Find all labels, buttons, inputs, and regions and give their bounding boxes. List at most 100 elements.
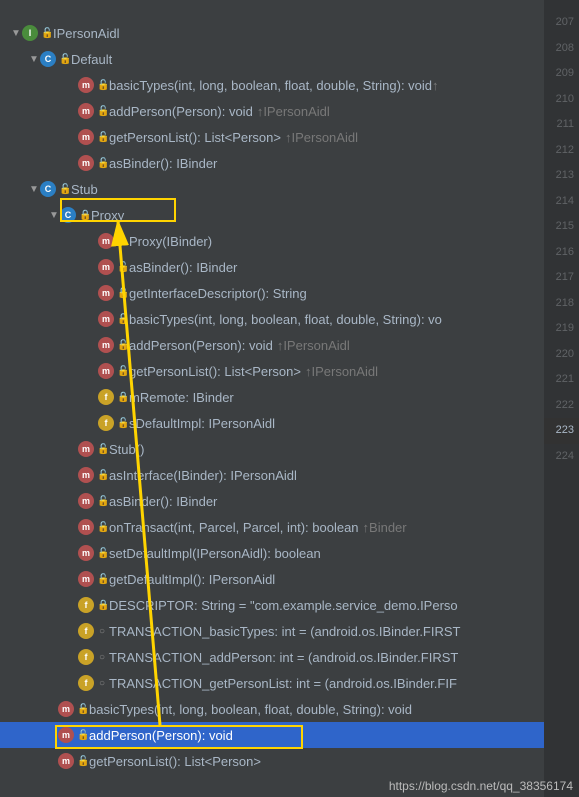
lock-icon: 🔓 <box>97 106 107 117</box>
tree-node-method[interactable]: m🔓getInterfaceDescriptor(): String <box>0 280 544 306</box>
method-signature: getInterfaceDescriptor(): String <box>129 286 307 301</box>
tree-node-class[interactable]: ▼ C 🔓 Stub <box>0 176 544 202</box>
tree-node-method[interactable]: m🔓addPerson(Person): void↑IPersonAidl <box>0 332 544 358</box>
tree-node-method[interactable]: m🔓basicTypes(int, long, boolean, float, … <box>0 306 544 332</box>
method-icon: m <box>98 285 114 301</box>
lock-icon: 🔓 <box>77 730 87 741</box>
tree-node-field[interactable]: f🔒DESCRIPTOR: String = "com.example.serv… <box>0 592 544 618</box>
tree-node-method[interactable]: m🔓setDefaultImpl(IPersonAidl): boolean <box>0 540 544 566</box>
method-signature: basicTypes(int, long, boolean, float, do… <box>129 312 442 327</box>
tree-node-field[interactable]: f○TRANSACTION_addPerson: int = (android.… <box>0 644 544 670</box>
tree-node-method[interactable]: m🔓getPersonList(): List<Person>↑IPersonA… <box>0 358 544 384</box>
method-signature: addPerson(Person): void <box>109 104 253 119</box>
method-signature: basicTypes(int, long, boolean, float, do… <box>109 78 432 93</box>
node-label: Proxy <box>91 208 124 223</box>
method-signature: setDefaultImpl(IPersonAidl): boolean <box>109 546 321 561</box>
lock-icon: 🔓 <box>77 704 87 715</box>
method-icon: m <box>58 727 74 743</box>
line-number: 218 <box>544 291 579 317</box>
tree-node-method[interactable]: m○Proxy(IBinder) <box>0 228 544 254</box>
method-signature: getPersonList(): List<Person> <box>129 364 301 379</box>
line-number: 213 <box>544 163 579 189</box>
method-signature: getPersonList(): List<Person> <box>109 130 281 145</box>
method-icon: m <box>58 701 74 717</box>
lock-icon: 🔓 <box>117 314 127 325</box>
field-icon: f <box>98 389 114 405</box>
watermark: https://blog.csdn.net/qq_38356174 <box>389 779 573 793</box>
tree-node-class[interactable]: ▼ C 🔓 Default <box>0 46 544 72</box>
line-number: 221 <box>544 367 579 393</box>
tree-node-method[interactable]: m🔓onTransact(int, Parcel, Parcel, int): … <box>0 514 544 540</box>
tree-node-method[interactable]: m🔓asBinder(): IBinder <box>0 488 544 514</box>
line-number: 223 <box>544 418 579 444</box>
method-signature: onTransact(int, Parcel, Parcel, int): bo… <box>109 520 359 535</box>
lock-icon: ○ <box>97 652 107 663</box>
lock-icon: 🔒 <box>79 210 89 221</box>
line-number: 217 <box>544 265 579 291</box>
line-number: 219 <box>544 316 579 342</box>
method-icon: m <box>78 441 94 457</box>
tree-node-field[interactable]: f🔒mRemote: IBinder <box>0 384 544 410</box>
field-icon: f <box>78 675 94 691</box>
tree-node-method[interactable]: m 🔓 asBinder(): IBinder <box>0 150 544 176</box>
lock-icon: ○ <box>117 236 127 247</box>
tree-node-method[interactable]: m 🔓 addPerson(Person): void ↑IPersonAidl <box>0 98 544 124</box>
line-number: 215 <box>544 214 579 240</box>
tree-node-method[interactable]: m🔓basicTypes(int, long, boolean, float, … <box>0 696 544 722</box>
field-signature: TRANSACTION_basicTypes: int = (android.o… <box>109 624 461 639</box>
method-icon: m <box>78 571 94 587</box>
method-icon: m <box>78 129 94 145</box>
lock-icon: 🔓 <box>97 80 107 91</box>
field-icon: f <box>98 415 114 431</box>
method-icon: m <box>78 519 94 535</box>
lock-icon: 🔓 <box>41 28 51 39</box>
tree-node-method[interactable]: m🔓getPersonList(): List<Person> <box>0 748 544 774</box>
tree-node-method-selected[interactable]: m🔓addPerson(Person): void <box>0 722 544 748</box>
tree-node-interface[interactable]: ▼ I 🔓 IPersonAidl <box>0 20 544 46</box>
field-signature: TRANSACTION_addPerson: int = (android.os… <box>109 650 458 665</box>
method-signature: asBinder(): IBinder <box>109 494 217 509</box>
tree-node-method[interactable]: m🔓asInterface(IBinder): IPersonAidl <box>0 462 544 488</box>
method-icon: m <box>98 311 114 327</box>
tree-node-field[interactable]: f○TRANSACTION_getPersonList: int = (andr… <box>0 670 544 696</box>
line-number: 214 <box>544 189 579 215</box>
node-label: IPersonAidl <box>53 26 119 41</box>
lock-icon: 🔓 <box>97 132 107 143</box>
method-signature: asBinder(): IBinder <box>109 156 217 171</box>
tree-node-method[interactable]: m 🔓 getPersonList(): List<Person> ↑IPers… <box>0 124 544 150</box>
lock-icon: 🔓 <box>97 548 107 559</box>
chevron-down-icon: ▼ <box>28 184 40 195</box>
line-number: 212 <box>544 138 579 164</box>
override-marker: ↑ <box>432 78 439 93</box>
field-icon: f <box>78 597 94 613</box>
tree-node-method[interactable]: m🔓Stub() <box>0 436 544 462</box>
method-signature: Stub() <box>109 442 144 457</box>
method-icon: m <box>78 77 94 93</box>
line-number: 210 <box>544 87 579 113</box>
lock-icon: 🔓 <box>117 288 127 299</box>
lock-icon: 🔓 <box>97 574 107 585</box>
tree-node-class-proxy[interactable]: ▼ C 🔒 Proxy <box>0 202 544 228</box>
method-icon: m <box>78 155 94 171</box>
method-signature: getPersonList(): List<Person> <box>89 754 261 769</box>
tree-node-method[interactable]: m 🔓 basicTypes(int, long, boolean, float… <box>0 72 544 98</box>
tree-node-method[interactable]: m🔓asBinder(): IBinder <box>0 254 544 280</box>
lock-icon: ○ <box>97 626 107 637</box>
tree-node-field[interactable]: f🔓sDefaultImpl: IPersonAidl <box>0 410 544 436</box>
lock-icon: 🔓 <box>97 496 107 507</box>
method-signature: Proxy(IBinder) <box>129 234 212 249</box>
tree-node-field[interactable]: f○TRANSACTION_basicTypes: int = (android… <box>0 618 544 644</box>
chevron-down-icon: ▼ <box>10 28 22 39</box>
method-icon: m <box>58 753 74 769</box>
lock-icon: 🔓 <box>77 756 87 767</box>
method-signature: addPerson(Person): void <box>89 728 233 743</box>
lock-icon: 🔓 <box>117 262 127 273</box>
method-signature: basicTypes(int, long, boolean, float, do… <box>89 702 412 717</box>
lock-icon: 🔓 <box>97 470 107 481</box>
lock-icon: ○ <box>97 678 107 689</box>
lock-icon: 🔓 <box>59 54 69 65</box>
lock-icon: 🔓 <box>117 366 127 377</box>
method-icon: m <box>78 467 94 483</box>
field-icon: f <box>78 649 94 665</box>
tree-node-method[interactable]: m🔓getDefaultImpl(): IPersonAidl <box>0 566 544 592</box>
